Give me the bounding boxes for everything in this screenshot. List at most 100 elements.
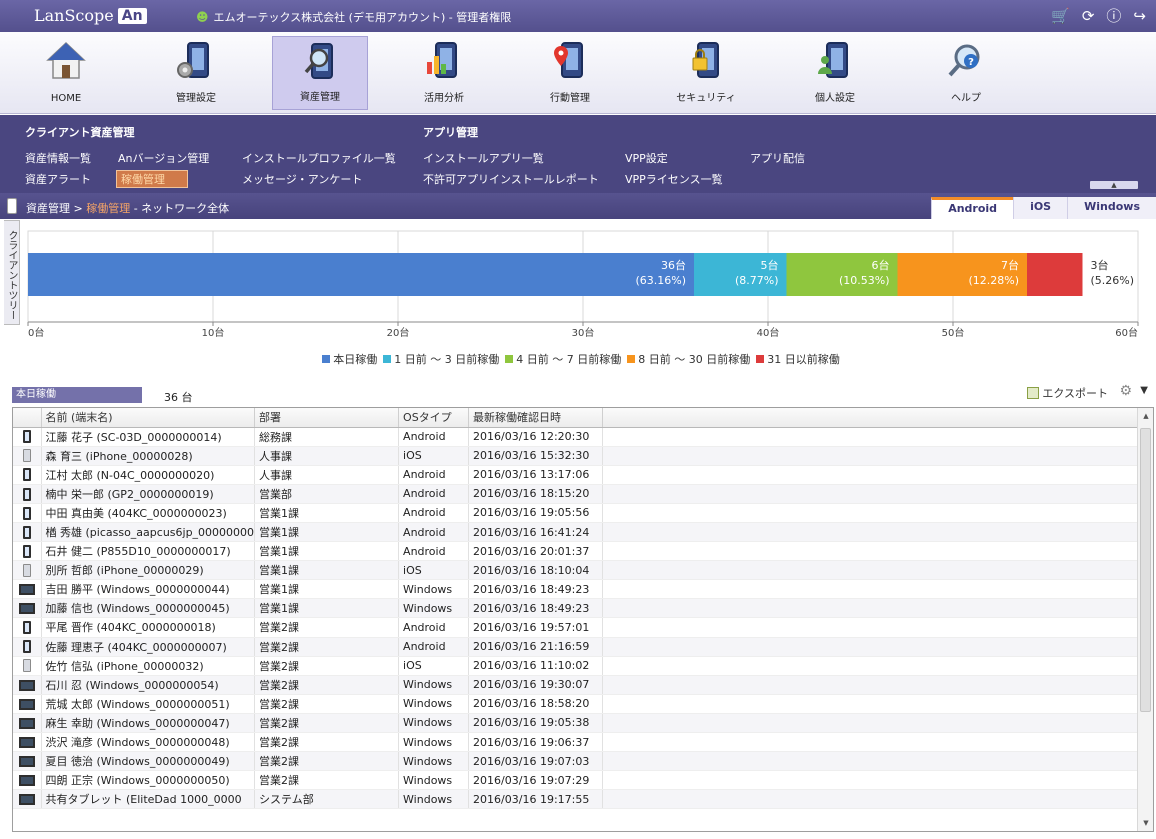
table-row[interactable]: 共有タブレット (EliteDad 1000_0000 システム部 Windows 2… (13, 789, 1141, 810)
tab-ios[interactable]: iOS (1013, 197, 1068, 219)
cell-name: 石井 健二 (P855D10_0000000017) (41, 541, 256, 562)
cell-last-seen: 2016/03/16 18:49:23 (468, 579, 604, 600)
table-row[interactable]: 佐藤 理恵子 (404KC_0000000007) 営業2課 Android 2016… (13, 637, 1141, 657)
tab-android[interactable]: Android (931, 197, 1014, 219)
cell-os-type: iOS (398, 656, 470, 676)
nav-item-analytics[interactable]: 活用分析 (396, 36, 492, 110)
link-vpp-settings[interactable]: VPP設定 (625, 150, 668, 166)
cell-filler (602, 465, 1141, 485)
nav-item-settings[interactable]: 管理設定 (148, 36, 244, 110)
cell-name: 佐藤 理恵子 (404KC_0000000007) (41, 637, 256, 657)
table-row[interactable]: 森 育三 (iPhone_00000028) 人事課 iOS 2016/03/16 1… (13, 446, 1141, 466)
cell-filler (602, 598, 1141, 619)
table-row[interactable]: 加藤 信也 (Windows_0000000045) 営業1課 Windows 201… (13, 598, 1141, 619)
android-phone-icon (22, 506, 31, 520)
row-icon-cell (13, 560, 42, 581)
scroll-up-icon[interactable]: ▲ (1138, 408, 1153, 424)
link-asset-list[interactable]: 資産情報一覧 (25, 150, 91, 166)
row-icon-cell (13, 484, 42, 504)
x-tick-label: 40台 (757, 326, 780, 339)
logout-icon[interactable]: ↪ (1133, 7, 1146, 25)
table-row[interactable]: 江村 太郎 (N-04C_0000000020) 人事課 Android 2016/0… (13, 465, 1141, 485)
table-row[interactable]: 石川 忍 (Windows_0000000054) 営業2課 Windows 2016… (13, 675, 1141, 695)
cell-filler (602, 770, 1141, 791)
refresh-icon[interactable]: ⟳ (1082, 7, 1095, 25)
gear-icon[interactable]: ⚙ (1119, 383, 1132, 399)
col-header-os-type[interactable]: OSタイプ (398, 408, 470, 428)
nav-item-help[interactable]: ? ヘルプ (918, 36, 1014, 110)
table-row[interactable]: 麻生 幸助 (Windows_0000000047) 営業2課 Windows 201… (13, 713, 1141, 734)
nav-item-personal[interactable]: 個人設定 (787, 36, 883, 110)
nav-item-home[interactable]: HOME (18, 36, 114, 110)
company-name: エムオーテックス株式会社 (デモ用アカウント) - 管理者権限 (213, 11, 512, 24)
tab-windows[interactable]: Windows (1067, 197, 1156, 219)
cell-name: 江藤 花子 (SC-03D_0000000014) (41, 427, 256, 447)
link-an-version[interactable]: Anバージョン管理 (118, 150, 209, 166)
table-row[interactable]: 渋沢 滝彦 (Windows_0000000048) 営業2課 Windows 201… (13, 732, 1141, 753)
col-header-name[interactable]: 名前 (端末名) (41, 408, 256, 428)
iphone-icon (22, 563, 31, 577)
col-header-department[interactable]: 部署 (254, 408, 400, 428)
x-tick-label: 30台 (572, 326, 595, 339)
col-header-last-seen[interactable]: 最新稼働確認日時 (468, 408, 604, 428)
collapse-submenu-button[interactable]: ▲ (1090, 181, 1138, 189)
nav-item-assets[interactable]: 資産管理 (272, 36, 368, 110)
scroll-down-icon[interactable]: ▼ (1138, 815, 1153, 831)
os-tabs: Android iOS Windows (931, 197, 1156, 219)
table-row[interactable]: 四朗 正宗 (Windows_0000000050) 営業2課 Windows 201… (13, 770, 1141, 791)
table-header-row: 名前 (端末名) 部署 OSタイプ 最新稼働確認日時 (13, 408, 1141, 428)
cart-icon[interactable]: 🛒 (1051, 7, 1070, 25)
table-row[interactable]: 石井 健二 (P855D10_0000000017) 営業1課 Android 201… (13, 541, 1141, 562)
scrollbar-thumb[interactable] (1140, 428, 1151, 712)
nav-item-behavior[interactable]: 行動管理 (522, 36, 618, 110)
chevron-down-icon[interactable]: ▼ (1140, 385, 1148, 396)
cell-last-seen: 2016/03/16 19:05:38 (468, 713, 604, 734)
link-message-survey[interactable]: メッセージ・アンケート (242, 171, 362, 187)
row-icon-cell (13, 503, 42, 523)
row-icon-cell (13, 675, 42, 695)
submenu-panel: クライアント資産管理 アプリ管理 資産情報一覧 Anバージョン管理 インストール… (0, 115, 1156, 193)
cell-filler (602, 446, 1141, 466)
vertical-scrollbar[interactable]: ▲ ▼ (1137, 408, 1153, 831)
cell-last-seen: 2016/03/16 19:07:03 (468, 751, 604, 772)
nav-label: 行動管理 (550, 93, 590, 104)
cell-last-seen: 2016/03/16 18:49:23 (468, 598, 604, 619)
breadcrumb-separator: > (70, 202, 87, 215)
legend-swatch (756, 355, 765, 363)
table-row[interactable]: 楢 秀雄 (picasso_aapcus6jp_00000000 営業1課 Andr… (13, 522, 1141, 543)
table-row[interactable]: 江藤 花子 (SC-03D_0000000014) 総務課 Android 2016/… (13, 427, 1141, 447)
table-row[interactable]: 平尾 晋作 (404KC_0000000018) 営業2課 Android 2016/… (13, 617, 1141, 638)
table-row[interactable]: 楠中 栄一郎 (GP2_0000000019) 営業部 Android 2016/03… (13, 484, 1141, 504)
row-icon-cell (13, 522, 42, 543)
x-tick-label: 20台 (387, 326, 410, 339)
nav-item-security[interactable]: セキュリティ (658, 36, 754, 110)
legend-label: 4 日前 ～ 7 日前稼働 (516, 353, 622, 366)
table-row[interactable]: 別所 哲郎 (iPhone_00000029) 営業1課 iOS 2016/03/16… (13, 560, 1141, 581)
link-operation-management[interactable]: 稼働管理 (116, 170, 188, 188)
cell-os-type: Android (398, 503, 470, 523)
nav-label: 資産管理 (300, 92, 340, 103)
table-row[interactable]: 荒城 太郎 (Windows_0000000051) 営業2課 Windows 201… (13, 694, 1141, 714)
info-icon[interactable]: ⓘ (1106, 7, 1121, 25)
link-installed-apps[interactable]: インストールアプリ一覧 (423, 150, 544, 166)
col-header-icon (13, 408, 42, 428)
bar-segment[interactable] (28, 253, 694, 296)
table-row[interactable]: 吉田 勝平 (Windows_0000000044) 営業1課 Windows 201… (13, 579, 1141, 600)
bar-segment[interactable] (1027, 253, 1083, 296)
cell-name: 荒城 太郎 (Windows_0000000051) (41, 694, 256, 714)
export-button[interactable]: エクスポート (1027, 385, 1108, 401)
table-row[interactable]: 夏目 徳治 (Windows_0000000049) 営業2課 Windows 201… (13, 751, 1141, 772)
table-row[interactable]: 中田 真由美 (404KC_0000000023) 営業1課 Android 2016… (13, 503, 1141, 523)
logo[interactable]: LanScope An (34, 6, 147, 25)
user-icon: ☻ (196, 10, 209, 24)
operation-chart: 0台 10台 20台 30台 40台 50台 60台 36台 (63.16%) 5台 (8.77%)… (27, 230, 1139, 339)
link-install-profiles[interactable]: インストールプロファイル一覧 (242, 150, 396, 166)
cell-os-type: Windows (398, 598, 470, 619)
link-asset-alert[interactable]: 資産アラート (25, 171, 91, 187)
link-app-distribution[interactable]: アプリ配信 (750, 150, 805, 166)
breadcrumb-root[interactable]: 資産管理 (26, 202, 70, 215)
link-vpp-license-list[interactable]: VPPライセンス一覧 (625, 171, 723, 187)
table-row[interactable]: 佐竹 信弘 (iPhone_00000032) 営業2課 iOS 2016/03/16… (13, 656, 1141, 676)
cell-last-seen: 2016/03/16 19:07:29 (468, 770, 604, 791)
link-unauthorized-app-report[interactable]: 不許可アプリインストールレポート (423, 171, 599, 187)
